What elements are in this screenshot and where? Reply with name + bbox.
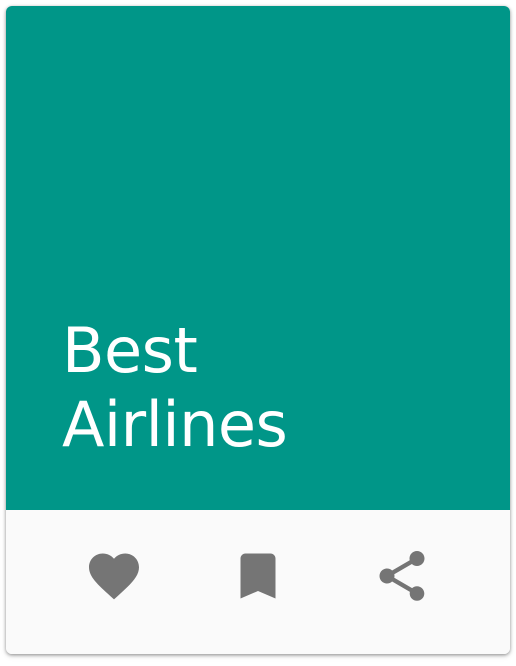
grid-card[interactable]: Best Airlines [6,6,510,654]
card-actions [6,510,510,654]
bookmark-button[interactable] [222,540,294,612]
heart-icon [84,546,144,606]
card-title: Best Airlines [62,314,288,462]
share-button[interactable] [366,540,438,612]
favorite-button[interactable] [78,540,150,612]
card-title-line-2: Airlines [62,388,288,461]
bookmark-icon [228,546,288,606]
card-title-line-1: Best [62,314,198,387]
card-media: Best Airlines [6,6,510,510]
share-icon [372,546,432,606]
